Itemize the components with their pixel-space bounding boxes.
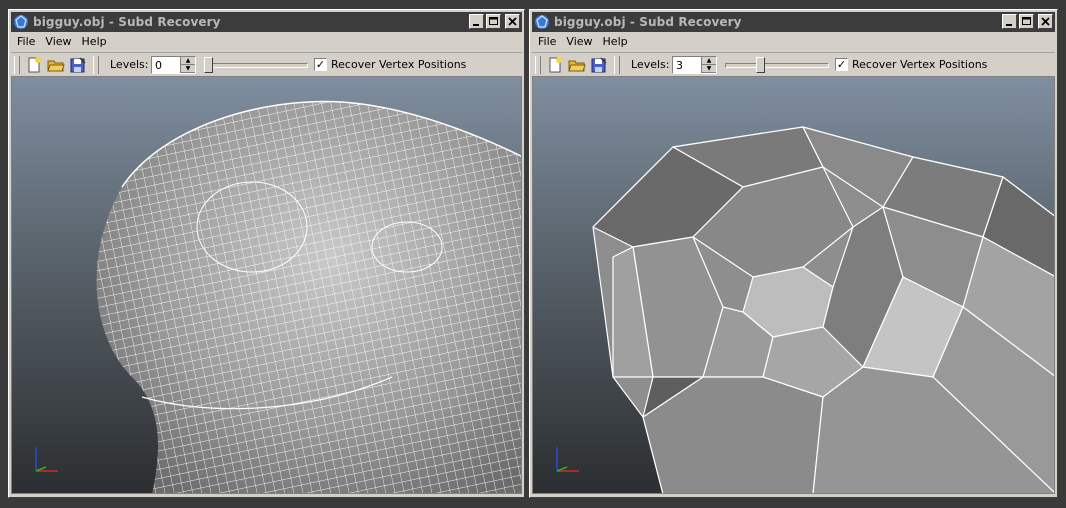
new-file-icon[interactable] [546, 56, 564, 74]
spin-down-icon[interactable]: ▼ [181, 65, 195, 73]
slider-track[interactable] [725, 63, 829, 68]
recover-vertex-label[interactable]: Recover Vertex Positions [852, 58, 987, 71]
subd-window-left[interactable]: bigguy.obj - Subd Recovery File View Help … [8, 9, 525, 498]
close-icon [508, 17, 517, 26]
toolbar-grip[interactable] [93, 56, 99, 74]
spin-up-icon[interactable]: ▲ [702, 57, 716, 65]
maximize-icon [1022, 17, 1031, 25]
maximize-button[interactable] [1019, 14, 1034, 29]
menu-file[interactable]: File [11, 33, 40, 51]
subd-window-right[interactable]: bigguy.obj - Subd Recovery File View Help … [529, 9, 1058, 498]
subd-mesh-wireframe [96, 100, 521, 493]
close-button[interactable] [505, 14, 520, 29]
maximize-button[interactable] [486, 14, 501, 29]
axis-gizmo-icon [556, 447, 579, 472]
menu-file[interactable]: File [532, 33, 561, 51]
menu-view[interactable]: View [40, 33, 76, 51]
toolbar: Levels: 3 ▲ ▼ ✓ Recover Vertex Positions [532, 52, 1055, 78]
subd-mesh-coarse [592, 126, 1054, 493]
recover-vertex-checkbox[interactable]: ✓ [314, 58, 327, 71]
levels-slider[interactable] [204, 57, 308, 73]
slider-thumb[interactable] [204, 57, 213, 73]
menu-help[interactable]: Help [77, 33, 112, 51]
save-disk-icon[interactable] [69, 56, 87, 74]
close-button[interactable] [1038, 14, 1053, 29]
levels-spinbox[interactable]: 0 ▲ ▼ [151, 56, 196, 74]
toolbar-grip[interactable] [14, 56, 20, 74]
levels-value[interactable]: 0 [155, 59, 162, 72]
minimize-button[interactable] [1002, 14, 1017, 29]
minimize-icon [1006, 24, 1012, 26]
title-bar[interactable]: bigguy.obj - Subd Recovery [532, 12, 1055, 32]
axis-gizmo-icon [35, 447, 58, 472]
levels-label: Levels: [110, 58, 149, 71]
menu-bar: File View Help [532, 33, 1055, 51]
save-disk-icon[interactable] [590, 56, 608, 74]
open-folder-icon[interactable] [568, 56, 586, 74]
window-title: bigguy.obj - Subd Recovery [554, 15, 742, 29]
title-bar[interactable]: bigguy.obj - Subd Recovery [11, 12, 522, 32]
slider-thumb[interactable] [756, 57, 765, 73]
slider-track[interactable] [204, 63, 308, 68]
maximize-icon [489, 17, 498, 25]
window-title: bigguy.obj - Subd Recovery [33, 15, 221, 29]
spin-up-icon[interactable]: ▲ [181, 57, 195, 65]
subd-app-icon [535, 15, 549, 29]
levels-label: Levels: [631, 58, 670, 71]
menu-view[interactable]: View [561, 33, 597, 51]
viewport-3d[interactable] [532, 76, 1055, 494]
new-file-icon[interactable] [25, 56, 43, 74]
levels-spinbox[interactable]: 3 ▲ ▼ [672, 56, 717, 74]
viewport-3d[interactable] [11, 76, 522, 494]
minimize-button[interactable] [469, 14, 484, 29]
subd-app-icon [14, 15, 28, 29]
toolbar-grip[interactable] [535, 56, 541, 74]
recover-vertex-checkbox[interactable]: ✓ [835, 58, 848, 71]
minimize-icon [473, 24, 479, 26]
menu-help[interactable]: Help [598, 33, 633, 51]
toolbar: Levels: 0 ▲ ▼ ✓ Recover Vertex Positions [11, 52, 522, 78]
recover-vertex-label[interactable]: Recover Vertex Positions [331, 58, 466, 71]
toolbar-grip[interactable] [614, 56, 620, 74]
open-folder-icon[interactable] [47, 56, 65, 74]
levels-value[interactable]: 3 [676, 59, 683, 72]
levels-slider[interactable] [725, 57, 829, 73]
menu-bar: File View Help [11, 33, 522, 51]
spin-down-icon[interactable]: ▼ [702, 65, 716, 73]
close-icon [1041, 17, 1050, 26]
